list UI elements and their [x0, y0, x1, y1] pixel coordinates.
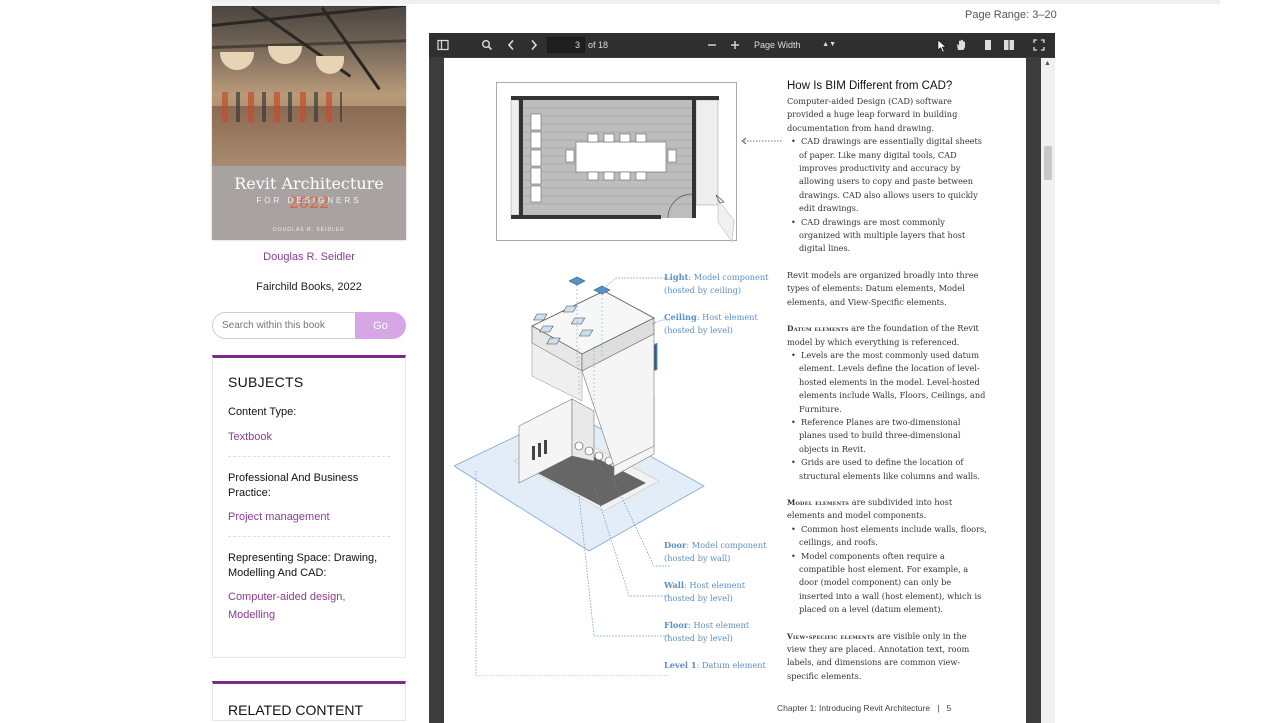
next-page-icon[interactable]: [526, 33, 542, 57]
hand-tool-icon[interactable]: [953, 33, 969, 57]
subject-link-cad[interactable]: Computer-aided design,: [228, 588, 390, 606]
pdf-page: Light: Model component (hosted by ceiling…: [444, 58, 1026, 723]
page-number-input[interactable]: 3: [547, 37, 585, 53]
page-heading: How Is BIM Different from CAD?: [787, 80, 953, 92]
single-page-icon[interactable]: [981, 33, 995, 57]
subject-link-project-management[interactable]: Project management: [228, 508, 390, 526]
search-input[interactable]: [212, 312, 355, 339]
callout-light: Light: Model component (hosted by ceiling…: [664, 272, 769, 295]
subject-link-textbook[interactable]: Textbook: [228, 428, 390, 446]
top-divider: [210, 0, 1220, 4]
revit-intro-paragraph: Revit models are organized broadly into …: [787, 269, 979, 307]
pdf-toolbar: 3 of 18 Page Width ▲▼: [429, 33, 1055, 57]
floor-plan-illustration: [496, 82, 737, 243]
bullet-item: • Model components often require a compa…: [791, 550, 982, 615]
callout-wall: Wall: Host element (hosted by level): [664, 580, 746, 603]
related-content-panel: RELATED CONTENT: [212, 681, 406, 721]
arrow-to-text: [741, 137, 782, 145]
view-paragraph: View-specific elements are visible only …: [787, 630, 970, 681]
scroll-thumb[interactable]: [1044, 146, 1052, 180]
intro-paragraph: Computer-aided Design (CAD) software pro…: [787, 96, 958, 133]
page-count: of 18: [588, 40, 609, 50]
cover-author: DOUGLAS R. SEIDLER: [273, 227, 345, 233]
sidebar-icon[interactable]: [435, 33, 451, 57]
bullet-item: • Grids are used to define the location …: [791, 457, 980, 481]
cover-photo: [212, 6, 406, 166]
subject-divider: [228, 456, 390, 457]
caret-icon: ▲▼: [822, 41, 836, 48]
model-paragraph: Model elements are subdivided into host …: [787, 496, 953, 521]
bullet-item: • CAD drawings are essentially digital s…: [791, 136, 983, 214]
callout-ceiling: Ceiling: Host element (hosted by level): [664, 312, 758, 335]
subject-label: Content Type:: [228, 406, 297, 418]
page-footer: Chapter 1: Introducing Revit Architectur…: [777, 703, 952, 713]
fullscreen-icon[interactable]: [1031, 33, 1047, 57]
pdf-viewer: 3 of 18 Page Width ▲▼ Light: Model compo…: [429, 33, 1055, 723]
related-heading: RELATED CONTENT: [228, 702, 364, 718]
scroll-up-icon[interactable]: ▲: [1044, 60, 1051, 67]
page-range: Page Range: 3–20: [965, 9, 1057, 21]
subject-link-modelling[interactable]: Modelling: [228, 606, 390, 624]
bullet-item: • CAD drawings are most commonly organiz…: [791, 216, 966, 254]
zoom-select[interactable]: Page Width ▲▼: [750, 37, 840, 53]
subjects-panel: SUBJECTS Content Type: Textbook Professi…: [212, 355, 406, 658]
subjects-heading: SUBJECTS: [228, 374, 304, 390]
callout-floor: Floor: Host element (hosted by level): [664, 620, 750, 643]
zoom-out-icon[interactable]: [705, 33, 719, 57]
cover-title: Revit Architecture 2022: [234, 174, 384, 212]
book-sidebar: Revit Architecture 2022 FOR DESIGNERS DO…: [212, 6, 406, 658]
bullet-item: • Common host elements include walls, fl…: [791, 523, 987, 548]
callout-level: Level 1: Datum element: [664, 660, 766, 670]
bullet-item: • Levels are the most commonly used datu…: [791, 349, 986, 414]
page-body-text: Computer-aided Design (CAD) software pro…: [787, 95, 987, 683]
two-page-icon[interactable]: [1001, 33, 1017, 57]
pdf-scrollbar[interactable]: ▲: [1041, 58, 1055, 723]
prev-page-icon[interactable]: [503, 33, 519, 57]
zoom-in-icon[interactable]: [728, 33, 742, 57]
book-cover[interactable]: Revit Architecture 2022 FOR DESIGNERS DO…: [212, 6, 406, 240]
datum-paragraph: Datum elements are the foundation of the…: [787, 323, 979, 347]
search-go-button[interactable]: Go: [355, 312, 406, 339]
select-cursor-icon[interactable]: [934, 33, 950, 57]
publisher: Fairchild Books, 2022: [256, 281, 362, 293]
subject-divider: [228, 536, 390, 537]
bullet-item: • Reference Planes are two-dimensional p…: [791, 416, 961, 454]
author-link[interactable]: Douglas R. Seidler: [212, 251, 406, 263]
callout-door: Door: Model component (hosted by wall): [664, 540, 767, 563]
search-icon[interactable]: [479, 33, 495, 57]
subject-label: Representing Space: Drawing, Modelling A…: [228, 552, 378, 579]
subject-label: Professional And Business Practice:: [228, 472, 359, 499]
book-search: Go: [212, 312, 406, 339]
cover-subtitle: FOR DESIGNERS: [256, 196, 362, 205]
